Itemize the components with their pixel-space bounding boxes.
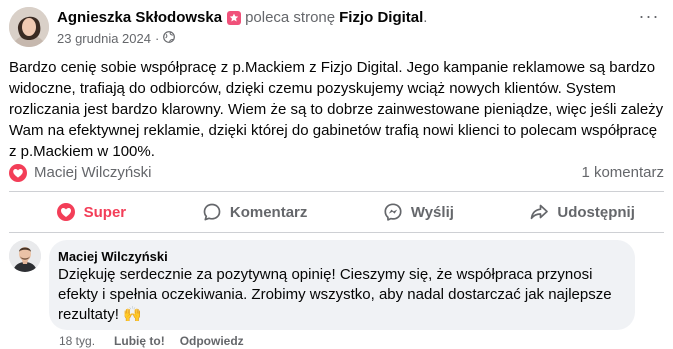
globe-icon bbox=[163, 31, 176, 46]
send-label: Wyślij bbox=[410, 203, 454, 221]
comment-button[interactable]: Komentarz bbox=[173, 196, 337, 228]
comment-like-button[interactable]: Lubię to! bbox=[114, 334, 165, 348]
comment-count[interactable]: 1 komentarz bbox=[581, 164, 664, 181]
action-bar: Super Komentarz Wyślij Udostępnij bbox=[9, 196, 664, 228]
messenger-icon bbox=[383, 202, 403, 222]
more-options-icon[interactable]: ··· bbox=[637, 7, 661, 28]
divider bbox=[9, 232, 664, 233]
commenter-name[interactable]: Maciej Wilczyński bbox=[58, 249, 168, 264]
post-stats: Maciej Wilczyński 1 komentarz bbox=[9, 163, 664, 183]
post-meta: 23 grudnia 2024 · bbox=[57, 31, 176, 46]
recommend-icon bbox=[227, 10, 242, 25]
share-icon bbox=[529, 202, 549, 222]
share-button[interactable]: Udostępnij bbox=[500, 196, 664, 228]
commenter-avatar[interactable] bbox=[9, 240, 41, 272]
comment-footer: 18 tyg. Lubię to! Odpowiedz bbox=[59, 334, 244, 348]
post-body: Bardzo cenię sobie współpracę z p.Mackie… bbox=[9, 59, 664, 160]
author-name[interactable]: Agnieszka Skłodowska bbox=[57, 9, 222, 26]
divider bbox=[9, 191, 664, 192]
comment-time[interactable]: 18 tyg. bbox=[59, 334, 95, 348]
super-button[interactable]: Super bbox=[9, 196, 173, 228]
comment-bubble: Maciej Wilczyński Dziękuję serdecznie za… bbox=[49, 240, 635, 330]
share-label: Udostępnij bbox=[557, 203, 635, 221]
send-button[interactable]: Wyślij bbox=[337, 196, 501, 228]
comment-icon bbox=[202, 202, 222, 222]
page-name-link[interactable]: Fizjo Digital bbox=[339, 9, 423, 26]
post-header-line: Agnieszka Skłodowska poleca stronę Fizjo… bbox=[57, 9, 427, 26]
comment-reply-button[interactable]: Odpowiedz bbox=[180, 334, 244, 348]
heart-icon bbox=[56, 202, 76, 222]
super-label: Super bbox=[83, 203, 127, 221]
heart-reaction-icon[interactable] bbox=[9, 164, 27, 182]
header-period: . bbox=[423, 9, 428, 26]
comment-text: Dziękuję serdecznie za pozytywną opinię!… bbox=[58, 266, 612, 323]
author-avatar[interactable] bbox=[9, 7, 49, 47]
post-date[interactable]: 23 grudnia 2024 bbox=[57, 31, 151, 46]
comment-label: Komentarz bbox=[229, 203, 308, 221]
recommend-text: poleca stronę bbox=[245, 9, 336, 26]
reactor-name[interactable]: Maciej Wilczyński bbox=[34, 164, 152, 181]
meta-separator: · bbox=[154, 31, 160, 46]
